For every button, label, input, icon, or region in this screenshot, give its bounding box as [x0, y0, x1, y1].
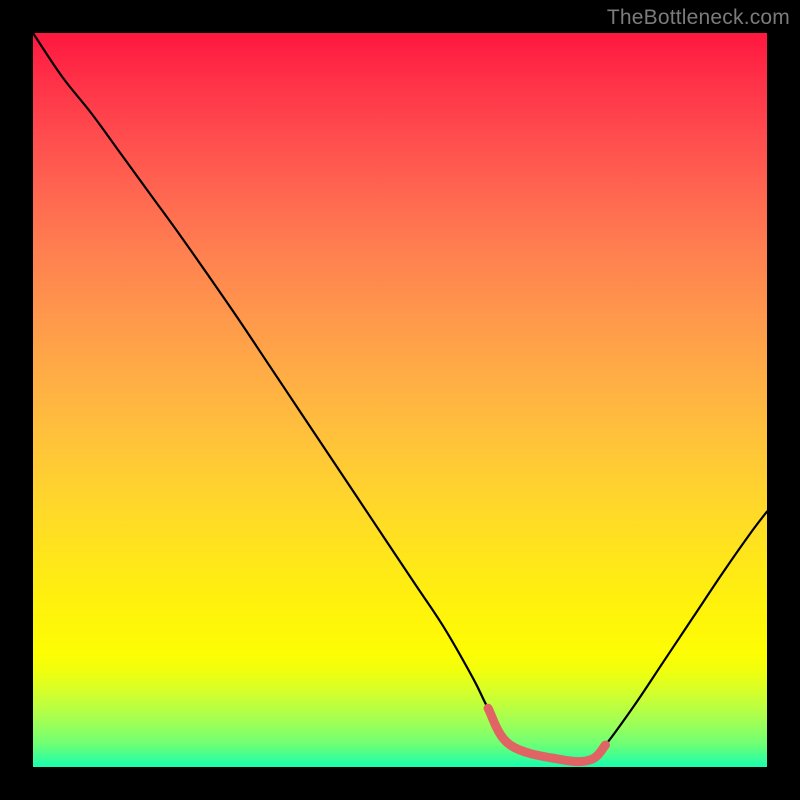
- chart-container: TheBottleneck.com: [0, 0, 800, 800]
- plot-area: [33, 33, 767, 767]
- watermark-text: TheBottleneck.com: [607, 6, 790, 30]
- line-chart: [33, 33, 767, 767]
- main-curve-path: [33, 33, 767, 762]
- flat-segment-path: [488, 708, 605, 761]
